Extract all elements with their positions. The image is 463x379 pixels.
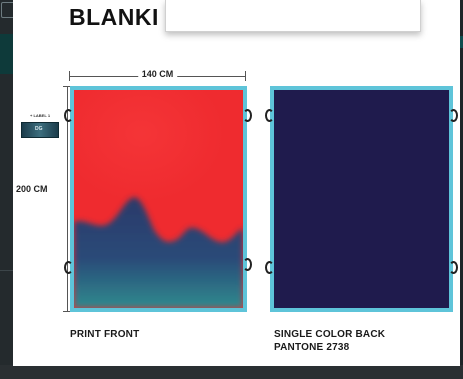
print-front-caption: PRINT FRONT	[70, 329, 140, 340]
front-wave-shape	[74, 197, 243, 308]
width-dimension-cap-right	[245, 71, 246, 81]
hook-icon	[243, 109, 252, 122]
label-thumbnail[interactable]: DG	[21, 122, 59, 138]
print-front-panel[interactable]	[70, 86, 247, 312]
width-dimension: 140 CM	[69, 69, 246, 83]
app-bottom-strip	[0, 365, 463, 379]
hook-icon	[64, 109, 73, 122]
back-caption-line1: SINGLE COLOR BACK	[274, 329, 386, 340]
width-dimension-cap-left	[69, 71, 70, 81]
hook-icon	[265, 261, 274, 274]
width-dimension-label: 140 CM	[137, 69, 178, 79]
height-dimension-label: 200 CM	[16, 184, 48, 194]
hook-icon	[243, 258, 252, 271]
page-title: BLANKI	[69, 4, 159, 30]
hook-icon	[449, 109, 458, 122]
overlay-popup[interactable]	[165, 0, 421, 32]
hook-icon	[265, 109, 274, 122]
hook-icon	[449, 261, 458, 274]
label-thumbnail-text: DG	[35, 126, 43, 132]
hook-icon	[64, 261, 73, 274]
back-caption-line2: PANTONE 2738	[274, 342, 350, 353]
label-thumbnail-caption: + LABEL 1	[30, 113, 51, 118]
front-gradient-art	[74, 197, 243, 308]
single-color-back-panel[interactable]	[270, 86, 453, 312]
